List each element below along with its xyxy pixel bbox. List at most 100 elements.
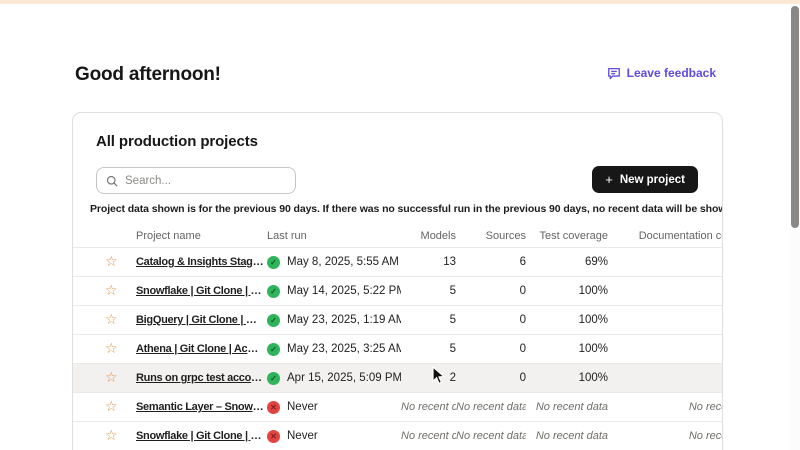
project-name-link[interactable]: Runs on grpc test account [136, 372, 264, 384]
last-run-header: Last run [267, 230, 401, 242]
models-header: Models [401, 230, 456, 242]
table-row[interactable]: ☆ Runs on grpc test account ✓ Apr 15, 20… [73, 364, 723, 393]
sources-cell: 0 [456, 285, 526, 297]
project-name-link[interactable]: Semantic Layer – Snowflake [136, 401, 264, 413]
page-title: Good afternoon! [75, 63, 221, 87]
favorite-cell: ☆ [89, 429, 136, 443]
project-name-link[interactable]: BigQuery | Git Clone | User... [136, 314, 264, 326]
last-run-cell: ✓ Apr 15, 2025, 5:09 PM BST [267, 372, 401, 385]
last-run-text: Never [287, 401, 318, 413]
test-coverage-cell: 100% [526, 285, 608, 297]
test-coverage-cell: No recent data [526, 430, 608, 442]
favorite-star-icon[interactable]: ☆ [105, 371, 118, 385]
last-run-text: May 23, 2025, 1:19 AM BST [287, 314, 401, 326]
page-scrollbar-thumb[interactable] [791, 6, 799, 228]
sources-cell: No recent data [456, 430, 526, 442]
favorite-cell: ☆ [89, 313, 136, 327]
project-name-link[interactable]: Snowflake | Git Clone | Use... [136, 285, 264, 297]
table-body: ☆ Catalog & Insights Staging... ✓ May 8,… [73, 248, 723, 450]
test-coverage-cell: 69% [526, 256, 608, 268]
new-project-label: New project [620, 174, 685, 186]
models-cell: No recent data [401, 430, 456, 442]
table-row[interactable]: ☆ BigQuery | Git Clone | User... ✓ May 2… [73, 306, 723, 335]
table-row[interactable]: ☆ Snowflake | Git Clone | Key... ✕ Never… [73, 422, 723, 450]
run-status-icon: ✓ [267, 343, 280, 356]
test-coverage-header: Test coverage [526, 230, 608, 242]
table-row[interactable]: ☆ Semantic Layer – Snowflake ✕ Never No … [73, 393, 723, 422]
sources-cell: 6 [456, 256, 526, 268]
favorite-cell: ☆ [89, 400, 136, 414]
sources-cell: 0 [456, 343, 526, 355]
sources-cell: 0 [456, 314, 526, 326]
favorite-star-icon[interactable]: ☆ [105, 400, 118, 414]
favorite-cell: ☆ [89, 284, 136, 298]
sources-cell: No recent data [456, 401, 526, 413]
test-coverage-cell: 100% [526, 314, 608, 326]
last-run-cell: ✓ May 8, 2025, 5:55 AM BST [267, 256, 401, 269]
models-cell: No recent data [401, 401, 456, 413]
run-status-icon: ✓ [267, 314, 280, 327]
models-cell: 5 [401, 314, 456, 326]
documentation-coverage-header: Documentation coverage [608, 230, 723, 242]
search-box [96, 167, 296, 194]
project-name-link[interactable]: Athena | Git Clone | Acces... [136, 343, 264, 355]
favorite-cell: ☆ [89, 371, 136, 385]
project-name-cell: Snowflake | Git Clone | Key... [136, 430, 267, 442]
table-row[interactable]: ☆ Catalog & Insights Staging... ✓ May 8,… [73, 248, 723, 277]
sources-cell: 0 [456, 372, 526, 384]
project-name-cell: Runs on grpc test account [136, 372, 267, 384]
models-cell: 5 [401, 343, 456, 355]
last-run-cell: ✓ May 14, 2025, 5:22 PM BST [267, 285, 401, 298]
table-header-row: Project name Last run Models Sources Tes… [73, 225, 723, 248]
project-name-link[interactable]: Catalog & Insights Staging... [136, 256, 264, 268]
top-accent-bar [0, 0, 800, 4]
favorite-cell: ☆ [89, 342, 136, 356]
favorite-star-icon[interactable]: ☆ [105, 313, 118, 327]
sources-header: Sources [456, 230, 526, 242]
feedback-speech-bubble-icon [607, 66, 621, 80]
models-cell: 13 [401, 256, 456, 268]
documentation-coverage-cell: No recent data [608, 430, 723, 442]
favorite-star-icon[interactable]: ☆ [105, 255, 118, 269]
run-status-icon: ✓ [267, 256, 280, 269]
documentation-coverage-cell: No recent data [608, 401, 723, 413]
projects-panel: All production projects + New project Pr… [72, 112, 723, 450]
project-name-link[interactable]: Snowflake | Git Clone | Key... [136, 430, 264, 442]
run-status-icon: ✓ [267, 372, 280, 385]
run-status-icon: ✓ [267, 285, 280, 298]
table-row[interactable]: ☆ Athena | Git Clone | Acces... ✓ May 23… [73, 335, 723, 364]
leave-feedback-link[interactable]: Leave feedback [607, 66, 716, 80]
last-run-cell: ✕ Never [267, 430, 401, 443]
search-icon [106, 175, 118, 187]
project-name-cell: BigQuery | Git Clone | User... [136, 314, 267, 326]
table-row[interactable]: ☆ Snowflake | Git Clone | Use... ✓ May 1… [73, 277, 723, 306]
models-cell: 5 [401, 285, 456, 297]
project-name-header: Project name [136, 230, 267, 242]
favorite-cell: ☆ [89, 255, 136, 269]
last-run-cell: ✓ May 23, 2025, 3:25 AM BST [267, 343, 401, 356]
run-status-icon: ✕ [267, 430, 280, 443]
last-run-cell: ✕ Never [267, 401, 401, 414]
last-run-text: May 14, 2025, 5:22 PM BST [287, 285, 401, 297]
plus-icon: + [605, 173, 613, 186]
project-name-cell: Catalog & Insights Staging... [136, 256, 267, 268]
new-project-button[interactable]: + New project [592, 166, 698, 193]
last-run-text: May 23, 2025, 3:25 AM BST [287, 343, 401, 355]
test-coverage-cell: No recent data [526, 401, 608, 413]
projects-table: Project name Last run Models Sources Tes… [73, 225, 723, 450]
test-coverage-cell: 100% [526, 343, 608, 355]
project-name-cell: Semantic Layer – Snowflake [136, 401, 267, 413]
test-coverage-cell: 100% [526, 372, 608, 384]
favorite-star-icon[interactable]: ☆ [105, 284, 118, 298]
last-run-text: Apr 15, 2025, 5:09 PM BST [287, 372, 401, 384]
panel-title: All production projects [96, 133, 258, 150]
last-run-text: Never [287, 430, 318, 442]
last-run-cell: ✓ May 23, 2025, 1:19 AM BST [267, 314, 401, 327]
dashboard-screen: Good afternoon! Leave feedback All produ… [0, 0, 800, 450]
leave-feedback-label: Leave feedback [627, 66, 716, 80]
page-scrollbar-track [790, 0, 800, 450]
favorite-star-icon[interactable]: ☆ [105, 429, 118, 443]
favorite-star-icon[interactable]: ☆ [105, 342, 118, 356]
project-name-cell: Snowflake | Git Clone | Use... [136, 285, 267, 297]
search-input[interactable] [125, 175, 286, 187]
